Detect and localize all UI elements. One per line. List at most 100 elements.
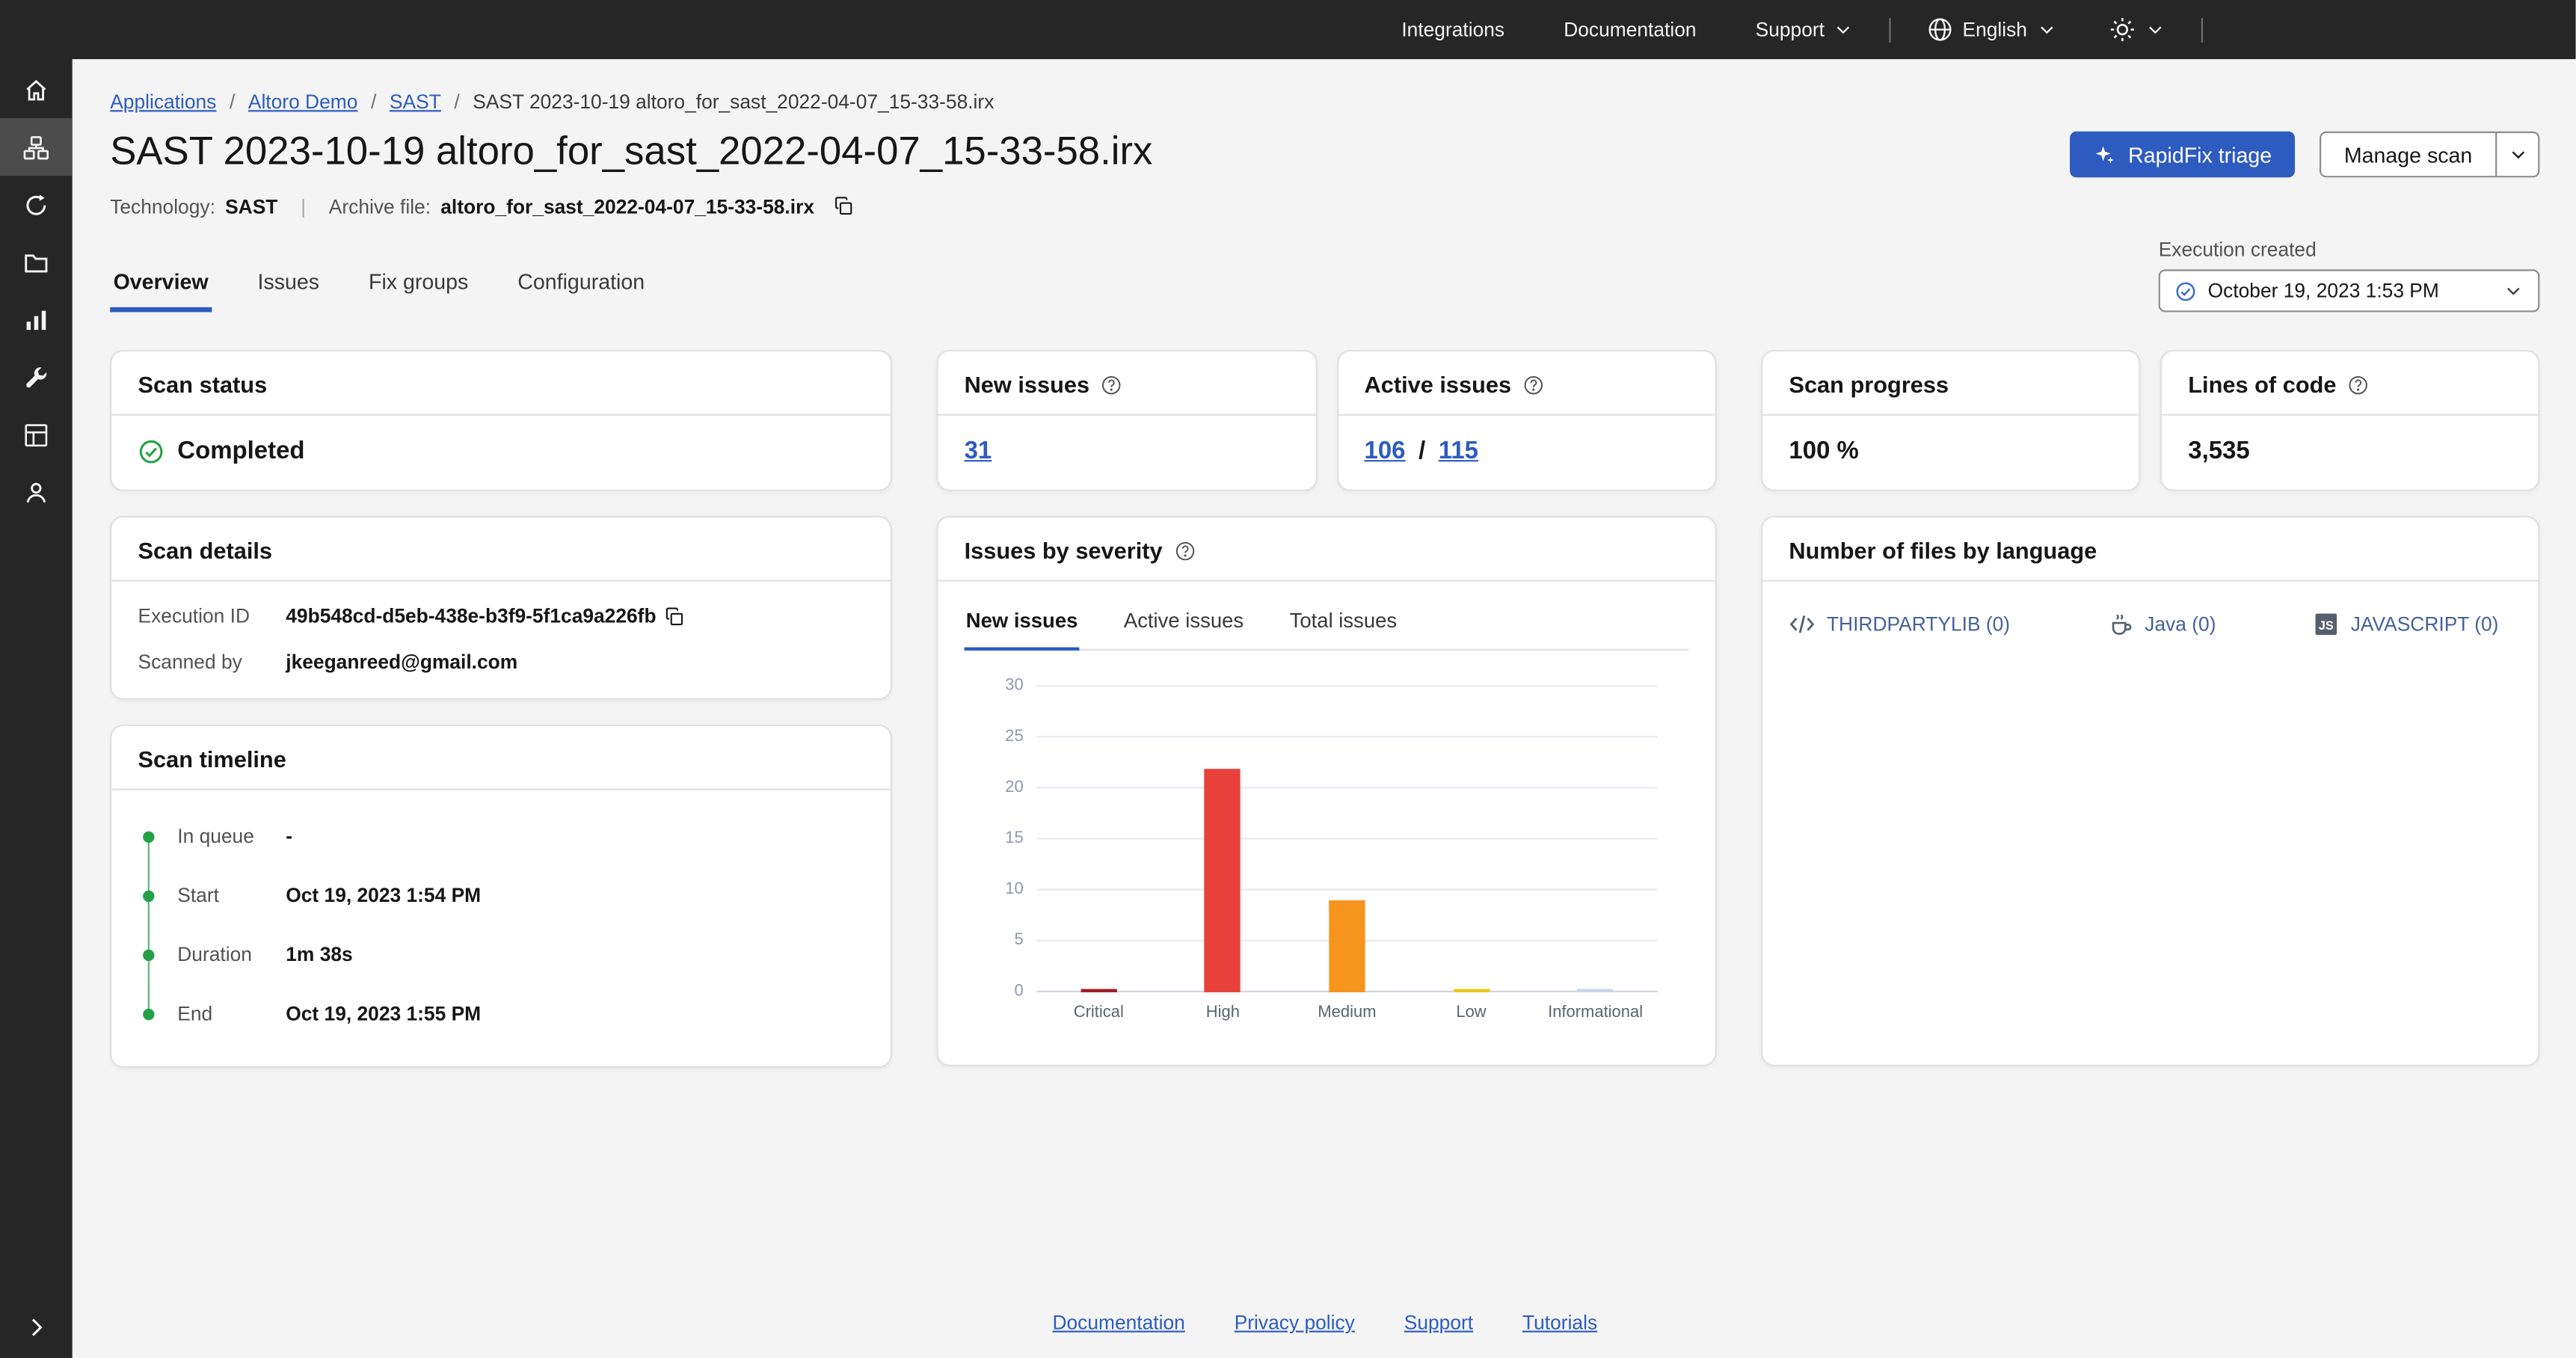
manage-scan-label[interactable]: Manage scan	[2321, 133, 2495, 176]
language-label: JAVASCRIPT (0)	[2351, 612, 2499, 636]
sidebar-expand-button[interactable]	[0, 1303, 73, 1352]
tools-icon	[23, 364, 49, 390]
new-issues-body: 31	[938, 416, 1315, 490]
timeline-value: Oct 19, 2023 1:54 PM	[286, 884, 481, 907]
manage-scan-dropdown[interactable]	[2495, 133, 2538, 176]
card-header: Number of files by language	[1762, 517, 2538, 582]
sidebar-item-components[interactable]	[0, 406, 73, 464]
projects-icon	[23, 249, 49, 275]
page-title: SAST 2023-10-19 altoro_for_sast_2022-04-…	[110, 128, 1152, 177]
sidebar-item-users[interactable]	[0, 464, 73, 521]
severity-bar-low[interactable]	[1453, 989, 1489, 992]
tab-overview[interactable]: Overview	[110, 259, 212, 312]
footer-link-support[interactable]: Support	[1404, 1311, 1473, 1334]
severity-body: New issues Active issues Total issues 0510…	[938, 594, 1715, 1050]
topbar-link-documentation[interactable]: Documentation	[1564, 18, 1696, 41]
new-issues-link[interactable]: 31	[965, 437, 992, 464]
footer: Documentation Privacy policy Support Tutori…	[110, 1311, 2539, 1334]
code-icon	[1789, 611, 1815, 637]
card-title: New issues	[965, 371, 1090, 397]
help-icon[interactable]	[1101, 374, 1123, 396]
gridline	[1036, 787, 1657, 788]
scan-progress-body: 100 %	[1762, 416, 2139, 490]
footer-link-privacy-policy[interactable]: Privacy policy	[1235, 1311, 1355, 1334]
severity-bar-informational[interactable]	[1577, 989, 1613, 992]
footer-link-tutorials[interactable]: Tutorials	[1522, 1311, 1597, 1334]
language-label: THIRDPARTYLIB (0)	[1827, 612, 2010, 636]
active-issues-new-link[interactable]: 106	[1365, 437, 1406, 464]
lines-of-code-value: 3,535	[2188, 437, 2249, 464]
progress-stat-row: Scan progress 100 % Lines of code 3,535	[1761, 350, 2539, 491]
scan-status-card: Scan status Completed	[110, 350, 892, 491]
rapidfix-triage-button[interactable]: RapidFix triage	[2069, 132, 2295, 178]
y-tick-label: 20	[1005, 781, 1023, 797]
detail-label: Execution ID	[138, 604, 286, 627]
language-item-java-0[interactable]: Java (0)	[2107, 611, 2216, 637]
timeline-value: Oct 19, 2023 1:55 PM	[286, 1002, 481, 1025]
execution-created-select[interactable]: October 19, 2023 1:53 PM	[2159, 269, 2540, 312]
y-tick-label: 0	[1014, 984, 1023, 1001]
language-menu[interactable]: English	[1926, 16, 2056, 43]
breadcrumb-separator: /	[230, 90, 235, 114]
components-icon	[23, 422, 49, 448]
lines-of-code-body: 3,535	[2162, 416, 2538, 490]
sidebar-item-scans[interactable]	[0, 176, 73, 233]
execution-created-label: Execution created	[2159, 239, 2540, 262]
x-tick-label: Low	[1456, 1004, 1486, 1021]
footer-link-documentation[interactable]: Documentation	[1052, 1311, 1184, 1334]
chevron-down-icon	[2037, 19, 2056, 39]
timeline-row-in-queue: In queue-	[138, 807, 864, 866]
sidebar-item-reports[interactable]	[0, 291, 73, 348]
users-icon	[23, 479, 49, 505]
breadcrumb-item-altoro-demo[interactable]: Altoro Demo	[248, 90, 358, 114]
help-icon[interactable]	[2348, 374, 2370, 396]
meta-divider: |	[301, 194, 306, 218]
topbar-divider	[2201, 17, 2203, 42]
sidebar-item-applications[interactable]	[0, 118, 73, 176]
help-icon[interactable]	[1174, 540, 1196, 562]
sidebar-item-projects[interactable]	[0, 233, 73, 291]
tab-configuration[interactable]: Configuration	[514, 259, 648, 312]
severity-bar-high[interactable]	[1205, 768, 1241, 992]
severity-tab-active-issues[interactable]: Active issues	[1122, 594, 1246, 651]
gridline	[1036, 685, 1657, 686]
language-item-javascript-0[interactable]: JSJAVASCRIPT (0)	[2313, 611, 2498, 637]
help-icon[interactable]	[1523, 374, 1545, 396]
archive-file-value: altoro_for_sast_2022-04-07_15-33-58.irx	[440, 194, 814, 218]
language-list: THIRDPARTYLIB (0) Java (0) JSJAVASCRIPT (0…	[1762, 582, 2538, 664]
severity-tab-new-issues[interactable]: New issues	[965, 594, 1080, 651]
language-item-thirdpartylib-0[interactable]: THIRDPARTYLIB (0)	[1789, 611, 2010, 637]
topbar-nav: Integrations Documentation Support	[1401, 18, 1852, 41]
copy-archive-button[interactable]	[831, 194, 855, 218]
scan-details-card: Scan details Execution ID49b548cd-d5eb-4…	[110, 516, 892, 700]
timeline-row-duration: Duration1m 38s	[138, 925, 864, 984]
severity-bar-critical[interactable]	[1080, 989, 1116, 992]
home-icon	[23, 76, 49, 102]
topbar-link-integrations[interactable]: Integrations	[1401, 18, 1504, 41]
breadcrumb-item-sast[interactable]: SAST	[390, 90, 441, 114]
files-by-language-card: Number of files by language THIRDPARTYLI…	[1761, 516, 2539, 1066]
breadcrumb-item-applications[interactable]: Applications	[110, 90, 216, 114]
reports-icon	[23, 307, 49, 333]
tab-issues[interactable]: Issues	[254, 259, 322, 312]
theme-menu[interactable]	[2109, 16, 2165, 43]
column-middle: New issues 31 Active issues	[936, 350, 1717, 1066]
scan-status-value: Completed	[177, 437, 304, 464]
copy-execution-id-button[interactable]	[663, 603, 687, 628]
active-issues-total-link[interactable]: 115	[1439, 437, 1478, 464]
execution-created-value: October 19, 2023 1:53 PM	[2208, 279, 2439, 302]
topbar-link-support[interactable]: Support	[1756, 18, 1853, 41]
tab-fix-groups[interactable]: Fix groups	[366, 259, 472, 312]
timeline-dot-icon	[143, 890, 154, 901]
card-title: Active issues	[1365, 371, 1512, 397]
chevron-down-icon	[2503, 281, 2523, 301]
sidebar-item-tools[interactable]	[0, 348, 73, 406]
detail-label: Scanned by	[138, 651, 286, 674]
completed-check-icon	[138, 437, 165, 464]
severity-tab-total-issues[interactable]: Total issues	[1288, 594, 1398, 651]
severity-chart-plot: 051015202530	[1036, 686, 1657, 992]
severity-bar-medium[interactable]	[1329, 900, 1365, 992]
title-row: SAST 2023-10-19 altoro_for_sast_2022-04-…	[110, 128, 2539, 177]
sparkle-icon	[2092, 143, 2115, 166]
sidebar-item-home[interactable]	[0, 61, 73, 118]
